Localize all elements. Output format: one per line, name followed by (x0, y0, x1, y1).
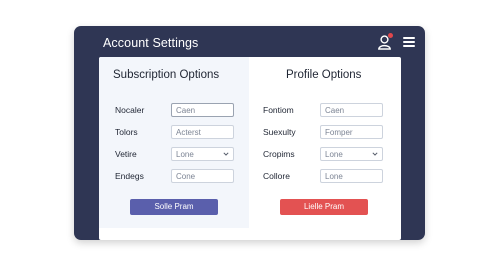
user-icon[interactable] (377, 33, 393, 50)
subscription-field-1-value: Caen (176, 106, 196, 115)
subscription-select-3[interactable]: Lone (171, 147, 234, 161)
subscription-title: Subscription Options (113, 69, 220, 81)
profile-field-4[interactable]: Lone (320, 169, 383, 183)
profile-field-2-value: Fomper (325, 128, 353, 137)
notification-badge (388, 33, 393, 38)
profile-label-1: Fontiom (263, 105, 294, 115)
subscription-save-button[interactable]: Solle Pram (130, 199, 218, 215)
subscription-field-2-value: Acterst (176, 128, 201, 137)
page-title: Account Settings (103, 36, 199, 50)
profile-field-4-value: Lone (325, 172, 343, 181)
profile-select-3-value: Lone (325, 150, 343, 159)
subscription-field-2[interactable]: Acterst (171, 125, 234, 139)
settings-panel: Subscription Options Profile Options Noc… (99, 57, 401, 240)
settings-window: Account Settings Subscription Options Pr… (74, 26, 425, 240)
profile-select-3[interactable]: Lone (320, 147, 383, 161)
subscription-field-1[interactable]: Caen (171, 103, 234, 117)
profile-field-2[interactable]: Fomper (320, 125, 383, 139)
profile-title: Profile Options (286, 69, 362, 81)
subscription-label-1: Nocaler (115, 105, 145, 115)
subscription-select-3-value: Lone (176, 150, 194, 159)
subscription-field-4[interactable]: Cone (171, 169, 234, 183)
subscription-label-2: Tolors (115, 127, 138, 137)
profile-label-4: Collore (263, 171, 290, 181)
chevron-down-icon (372, 152, 378, 156)
profile-save-button[interactable]: Lielle Pram (280, 199, 368, 215)
subscription-field-4-value: Cone (176, 172, 196, 181)
subscription-label-3: Vetire (115, 149, 137, 159)
chevron-down-icon (223, 152, 229, 156)
subscription-label-4: Endegs (115, 171, 144, 181)
profile-label-2: Suexulty (263, 127, 296, 137)
profile-field-1-value: Caen (325, 106, 345, 115)
profile-label-3: Cropims (263, 149, 295, 159)
profile-field-1[interactable]: Caen (320, 103, 383, 117)
menu-icon[interactable] (403, 37, 415, 47)
